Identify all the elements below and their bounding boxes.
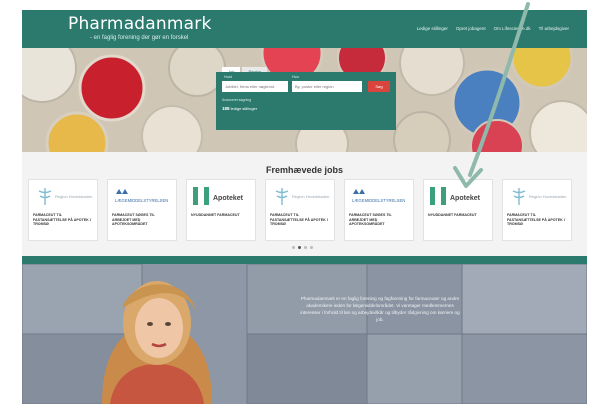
info-paragraph: Pharmadanmark er en faglig forening og f… (300, 296, 460, 322)
employer-logo: LÆGEMIDDELSTYRELSEN (112, 184, 174, 208)
portrait-photo (102, 281, 212, 404)
carousel-dot[interactable] (304, 246, 307, 249)
employer-logo: Apoteket (191, 184, 253, 208)
site-header: Pharmadanmark - en faglig forening der g… (22, 10, 587, 48)
nav-item-jobs[interactable]: Ledige stillinger (417, 26, 448, 31)
carousel-dot[interactable] (292, 246, 295, 249)
browser-viewport: Pharmadanmark - en faglig forening der g… (22, 0, 587, 404)
advanced-search-link[interactable]: Avanceret søgning (222, 98, 251, 102)
carousel-dot[interactable] (310, 246, 313, 249)
featured-jobs-section: Fremhævede jobs Region Hovedstaden FARMAC… (22, 152, 587, 256)
employer-name: Region Hovedstaden (529, 194, 566, 199)
search-button[interactable]: Søg (368, 81, 390, 92)
featured-job-card[interactable]: LÆGEMIDDELSTYRELSEN FARMACEUT SØGES TIL A… (107, 179, 177, 241)
section-divider-band (22, 256, 587, 264)
nav-item-jobagent[interactable]: Opret jobagent (456, 26, 486, 31)
employer-logo: Region Hovedstaden (270, 184, 332, 208)
employer-name: Region Hovedstaden (55, 194, 92, 199)
caduceus-logo-icon: Region Hovedstaden (275, 188, 329, 205)
featured-job-card[interactable]: Region Hovedstaden FARMACEUT TIL FASTANSÆ… (265, 179, 335, 241)
job-title[interactable]: FARMACEUT SØGES TIL ARBEJDET MED APOTEKS… (349, 213, 411, 227)
employer-name: LÆGEMIDDELSTYRELSEN (115, 198, 168, 203)
featured-job-card[interactable]: Apoteket NYUDDANNET FARMACEUT (186, 179, 256, 241)
nav-item-employer[interactable]: Til arbejdsgiver (539, 26, 569, 31)
featured-job-card[interactable]: Region Hovedstaden FARMACEUT TIL FASTANSÆ… (502, 179, 572, 241)
main-nav: Ledige stillinger Opret jobagent Om Life… (417, 26, 569, 31)
caduceus-logo-icon: Region Hovedstaden (38, 188, 92, 205)
nav-item-about[interactable]: Om Lifescience.dk (494, 26, 531, 31)
job-count-suffix: ledige stillinger (230, 106, 258, 111)
job-title[interactable]: NYUDDANNET FARMACEUT (428, 213, 490, 218)
job-title[interactable]: FARMACEUT TIL FASTANSÆTTELSE PÅ APOTEK I… (270, 213, 332, 227)
search-what-input[interactable] (222, 81, 288, 92)
employer-logo: Region Hovedstaden (33, 184, 95, 208)
hero-banner: Job Region Hvad Hvor Søg Avanceret søgni… (22, 48, 587, 152)
employer-name: LÆGEMIDDELSTYRELSEN (352, 198, 405, 203)
employer-logo: Region Hovedstaden (507, 184, 569, 208)
featured-title: Fremhævede jobs (265, 165, 344, 175)
crown-logo-icon: LÆGEMIDDELSTYRELSEN (352, 189, 405, 203)
job-title[interactable]: FARMACEUT SØGES TIL ARBEJDET MED APOTEKS… (112, 213, 174, 227)
carousel-dots (292, 246, 313, 249)
apoteket-logo-icon: Apoteket (193, 187, 244, 205)
featured-job-card[interactable]: LÆGEMIDDELSTYRELSEN FARMACEUT SØGES TIL A… (344, 179, 414, 241)
job-count: 188 ledige stillinger (222, 106, 257, 111)
job-title[interactable]: FARMACEUT TIL FASTANSÆTTELSE PÅ APOTEK I… (33, 213, 95, 227)
site-tagline: - en faglig forening der gør en forskel (90, 35, 189, 41)
employer-name: Apoteket (450, 195, 481, 202)
carousel-dot-active[interactable] (298, 246, 301, 249)
apoteket-logo-icon: Apoteket (430, 187, 481, 205)
job-search-panel: Hvad Hvor Søg Avanceret søgning 188 ledi… (216, 72, 396, 130)
label-where: Hvor (292, 75, 300, 79)
caduceus-logo-icon: Region Hovedstaden (512, 188, 566, 205)
employer-logo: Apoteket (428, 184, 490, 208)
job-title[interactable]: NYUDDANNET FARMACEUT (191, 213, 253, 218)
job-count-number: 188 (222, 106, 230, 111)
crown-logo-icon: LÆGEMIDDELSTYRELSEN (115, 189, 168, 203)
site-logo[interactable]: Pharmadanmark (68, 14, 212, 34)
employer-logo: LÆGEMIDDELSTYRELSEN (349, 184, 411, 208)
featured-job-card[interactable]: Apoteket NYUDDANNET FARMACEUT (423, 179, 493, 241)
featured-jobs-carousel: Region Hovedstaden FARMACEUT TIL FASTANSÆ… (28, 179, 572, 241)
employer-name: Region Hovedstaden (292, 194, 329, 199)
label-what: Hvad (224, 75, 233, 79)
featured-job-card[interactable]: Region Hovedstaden FARMACEUT TIL FASTANSÆ… (28, 179, 98, 241)
search-where-input[interactable] (292, 81, 362, 92)
employer-name: Apoteket (213, 195, 244, 202)
job-title[interactable]: FARMACEUT TIL FASTANSÆTTELSE PÅ APOTEK I… (507, 213, 569, 227)
